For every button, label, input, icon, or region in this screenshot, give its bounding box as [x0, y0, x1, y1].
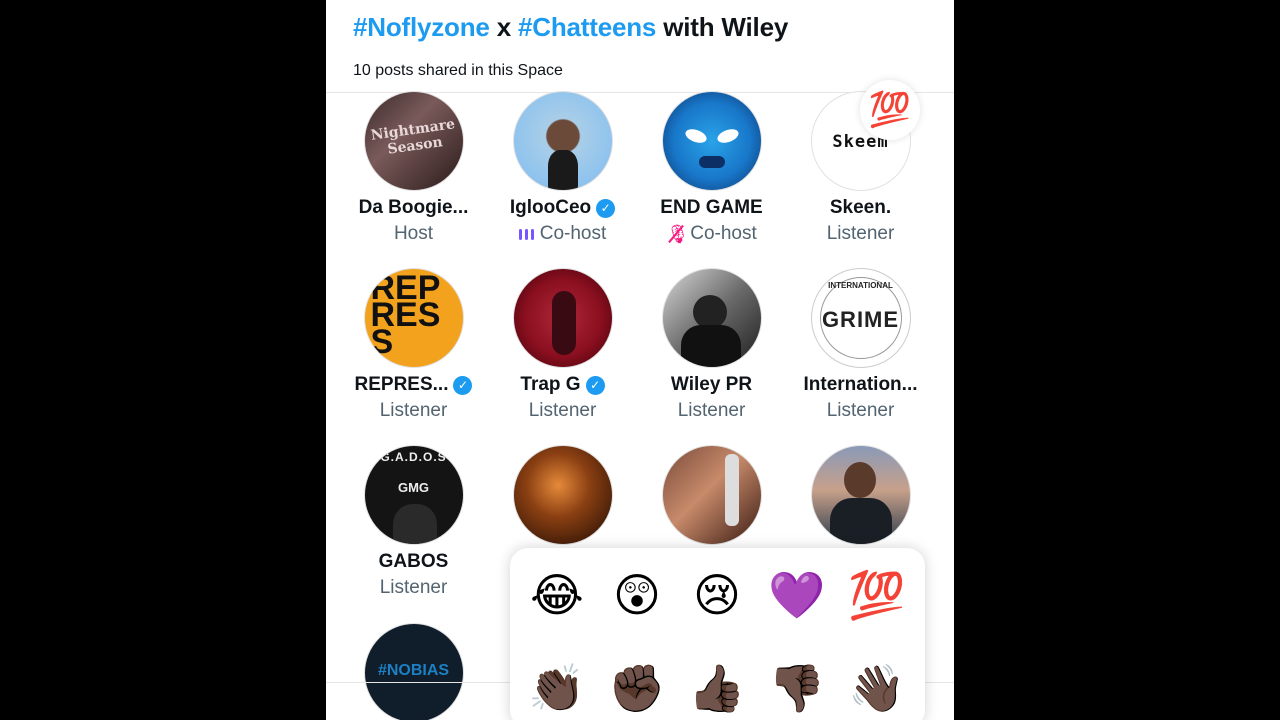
avatar[interactable] [512, 91, 613, 191]
speaking-indicator-icon [518, 228, 534, 240]
avatar[interactable] [661, 268, 762, 368]
space-header: #Noflyzone x #Chatteens with Wiley 10 po… [326, 0, 954, 93]
reaction-laughing-icon[interactable]: 😂 [527, 565, 587, 625]
participant-role: Listener [826, 223, 895, 244]
participant-trap-g[interactable]: Trap G ✓ Listener [488, 268, 637, 422]
participant-name: Da Boogie... [358, 197, 469, 218]
participant-name: GABOS [378, 551, 449, 572]
reaction-clapping-icon[interactable]: 👏🏿 [527, 658, 587, 718]
participant-name: IglooCeo ✓ [488, 197, 637, 219]
participant-role: Listener [379, 577, 448, 598]
participant-13[interactable]: #NOBIAS [339, 623, 488, 720]
avatar[interactable]: REP RES S [363, 268, 464, 368]
participant-12[interactable] [786, 445, 935, 545]
participant-role: 🎙 Co-host [666, 223, 757, 244]
avatar[interactable] [512, 268, 613, 368]
reaction-waving-hand-icon[interactable]: 👋🏿 [847, 658, 907, 718]
reaction-thumbs-down-icon[interactable]: 👎🏿 [767, 658, 827, 718]
reaction-crying-icon[interactable]: 😢 [687, 565, 747, 625]
avatar[interactable]: #NOBIAS [363, 623, 464, 720]
participant-da-boogie[interactable]: Nightmare Season Da Boogie... Host [339, 91, 488, 245]
posts-shared-link[interactable]: 10 posts shared in this Space [353, 62, 563, 80]
hashtag-noflyzone[interactable]: #Noflyzone [353, 12, 490, 42]
participant-role: Listener [528, 400, 597, 421]
participant-name: Wiley PR [670, 374, 753, 395]
floating-reaction-100-icon: 💯 [860, 80, 920, 140]
avatar[interactable]: INTERNATIONAL GRIME [810, 268, 911, 368]
reaction-astonished-icon[interactable]: 😲 [607, 565, 667, 625]
participant-name: Skeen. [829, 197, 892, 218]
verified-badge-icon: ✓ [596, 198, 616, 218]
participant-role: Host [393, 223, 434, 244]
participant-role: Co-host [488, 223, 637, 245]
reaction-raised-fist-icon[interactable]: ✊🏿 [607, 658, 667, 718]
participant-name: REPRES... ✓ [339, 374, 488, 396]
participant-international[interactable]: INTERNATIONAL GRIME Internation... Liste… [786, 268, 935, 422]
space-title: #Noflyzone x #Chatteens with Wiley [353, 12, 789, 42]
participant-role: Listener [379, 400, 448, 421]
participant-gabos[interactable]: G.A.D.O.S GMG GABOS Listener [339, 445, 488, 599]
participant-role: Listener [677, 400, 746, 421]
verified-badge-icon: ✓ [453, 375, 473, 395]
reaction-picker: 😂 😲 😢 💜 💯 👏🏿 ✊🏿 👍🏿 👎🏿 👋🏿 [510, 548, 925, 720]
participant-11[interactable] [637, 445, 786, 545]
avatar[interactable] [512, 445, 613, 545]
participant-iglooceo[interactable]: IglooCeo ✓ Co-host [488, 91, 637, 245]
avatar[interactable] [661, 445, 762, 545]
participant-name: Trap G ✓ [488, 374, 637, 396]
participant-name: Internation... [803, 374, 918, 395]
participant-end-game[interactable]: END GAME 🎙 Co-host [637, 91, 786, 245]
avatar[interactable]: G.A.D.O.S GMG [363, 445, 464, 545]
avatar[interactable] [661, 91, 762, 191]
hashtag-chatteens[interactable]: #Chatteens [518, 12, 656, 42]
mic-muted-icon: 🎙 [666, 224, 690, 244]
avatar[interactable]: Nightmare Season [363, 91, 464, 191]
participant-repres[interactable]: REP RES S REPRES... ✓ Listener [339, 268, 488, 422]
space-screen: #Noflyzone x #Chatteens with Wiley 10 po… [326, 0, 954, 720]
reaction-hundred-icon[interactable]: 💯 [847, 565, 907, 625]
participant-name: END GAME [660, 197, 763, 218]
reaction-purple-heart-icon[interactable]: 💜 [767, 565, 827, 625]
avatar[interactable] [810, 445, 911, 545]
verified-badge-icon: ✓ [585, 375, 605, 395]
participant-role: Listener [826, 400, 895, 421]
participant-wiley-pr[interactable]: Wiley PR Listener [637, 268, 786, 422]
participant-10[interactable] [488, 445, 637, 545]
reaction-thumbs-up-icon[interactable]: 👍🏿 [687, 658, 747, 718]
